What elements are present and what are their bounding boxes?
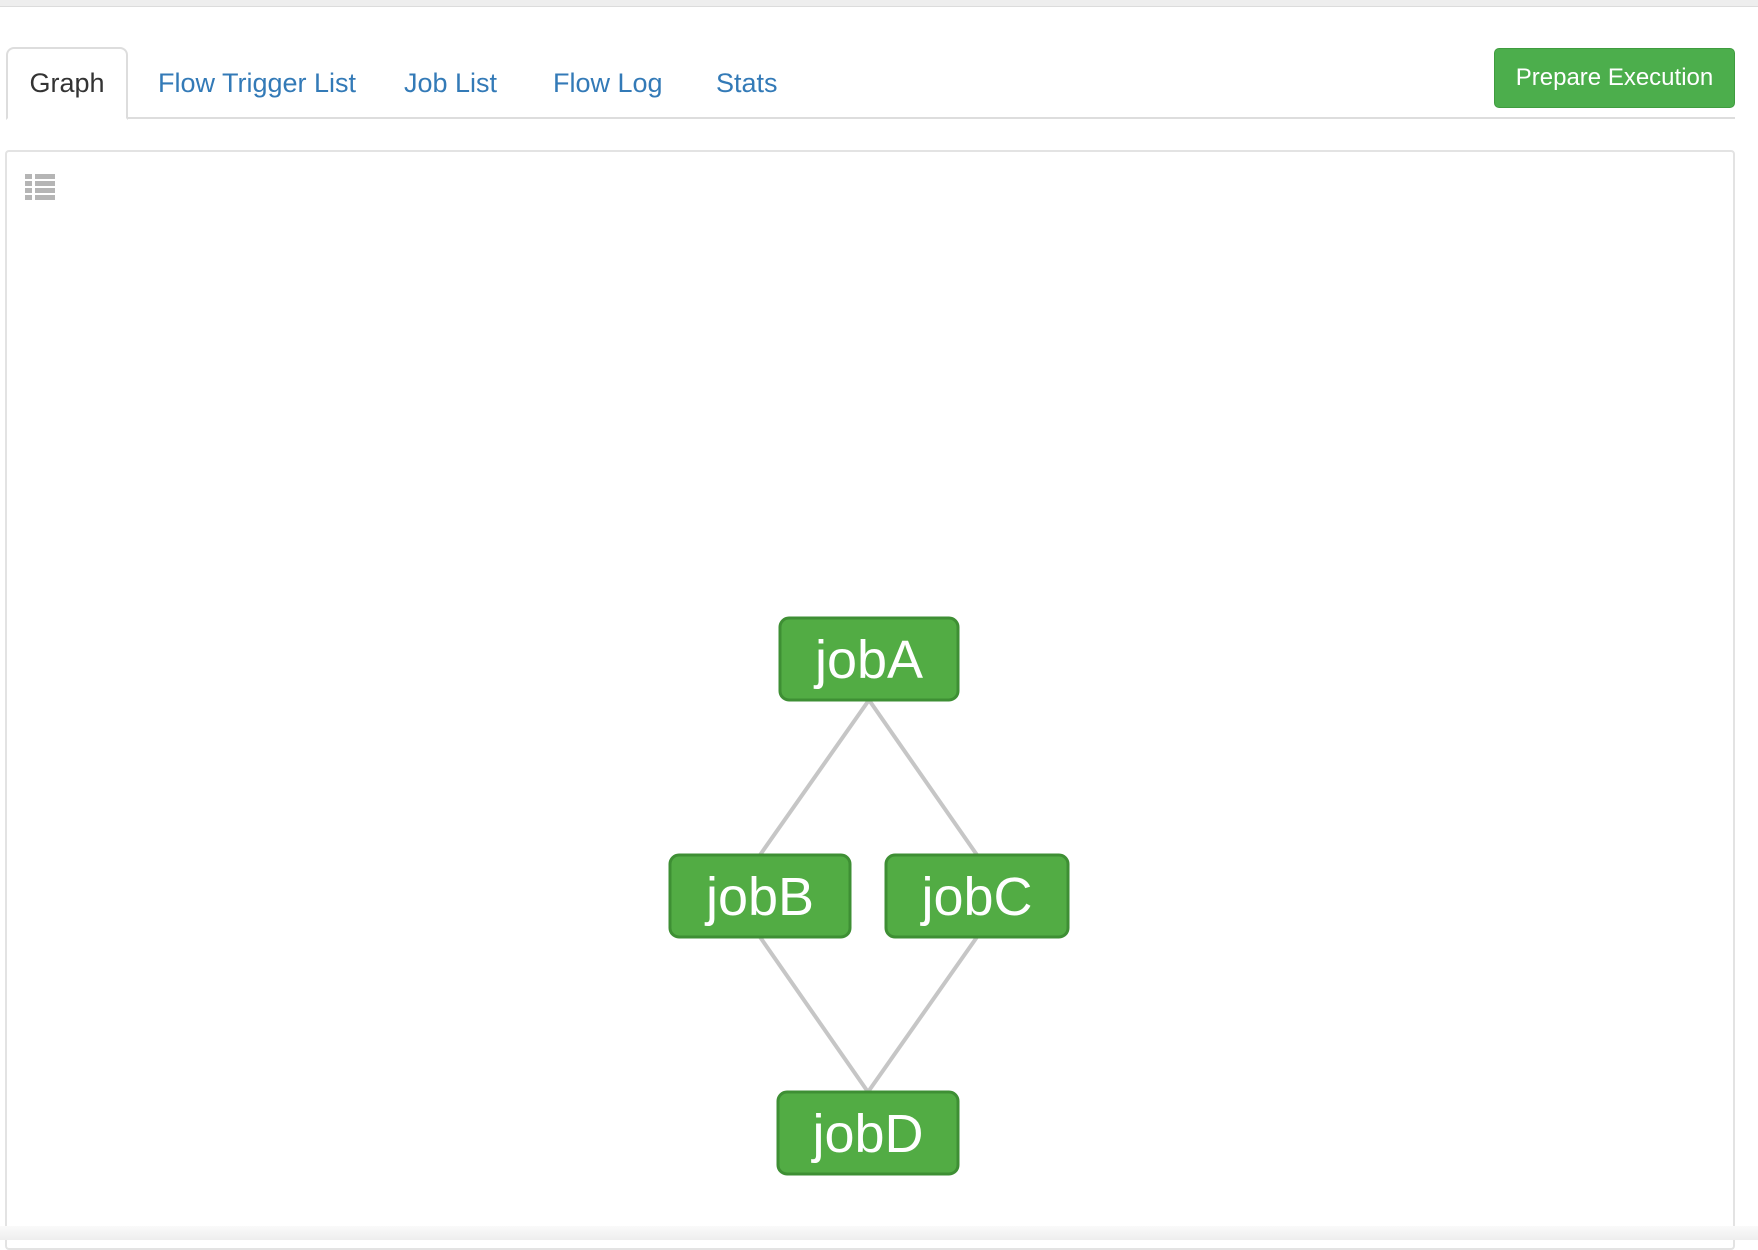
job-node-jobD[interactable]: jobD bbox=[776, 1090, 960, 1176]
flow-graph: jobA jobB jobC jobD bbox=[668, 616, 1070, 1176]
edge-jobA-jobB bbox=[758, 698, 871, 857]
edge-jobB-jobD bbox=[758, 935, 870, 1094]
edge-jobC-jobD bbox=[866, 935, 979, 1094]
job-node-jobC[interactable]: jobC bbox=[884, 853, 1070, 939]
job-node-label: jobD bbox=[810, 1104, 923, 1164]
job-node-label: jobA bbox=[813, 630, 923, 690]
job-node-jobA[interactable]: jobA bbox=[778, 616, 960, 702]
edge-jobA-jobC bbox=[867, 698, 979, 857]
bottom-edge bbox=[0, 1226, 1758, 1240]
job-node-label: jobC bbox=[919, 867, 1032, 927]
job-node-jobB[interactable]: jobB bbox=[668, 853, 852, 939]
job-node-label: jobB bbox=[704, 867, 814, 927]
